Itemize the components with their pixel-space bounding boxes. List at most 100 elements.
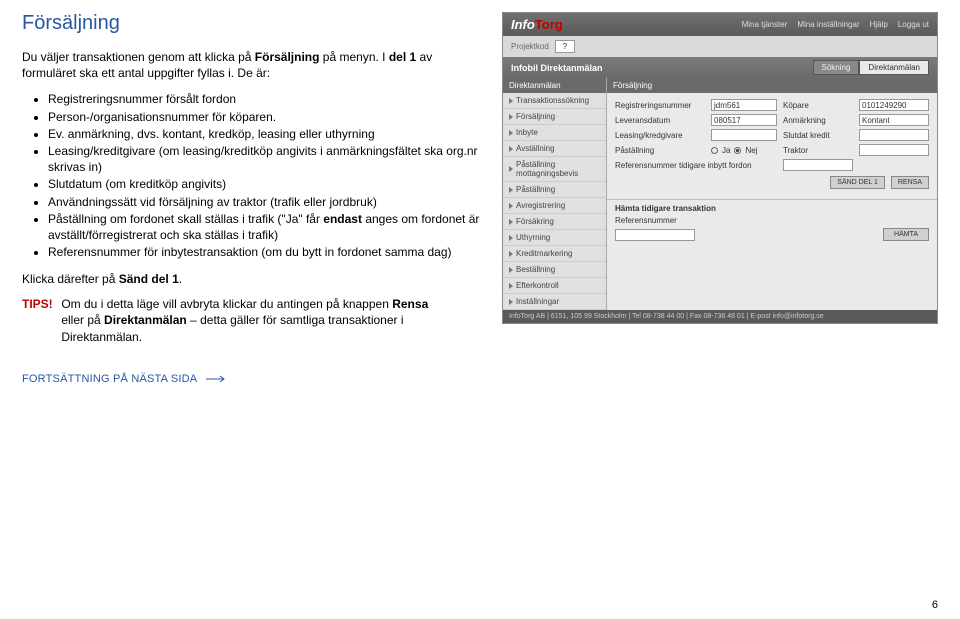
leveransdatum-input[interactable]: 080517 [711,114,777,126]
page-number: 6 [932,599,938,611]
nav-hjalp[interactable]: Hjälp [870,20,888,29]
subheader-tabs: Sökning Direktanmälan [813,60,930,75]
traktor-label: Traktor [783,146,853,155]
form-area: Registreringsnummer jdm561 Köpare 010124… [607,93,937,199]
chevron-right-icon [509,187,513,193]
bullet-list: Registreringsnummer försålt fordon Perso… [22,91,482,260]
nav-mina-installningar[interactable]: Mina inställningar [797,20,859,29]
sidebar-item-pastallning-mottagningsbevis[interactable]: Påställning mottagningsbevis [503,157,606,182]
chevron-right-icon [509,114,513,120]
refnr-inbytt-input[interactable] [783,159,853,171]
brand-logo: InfoTorg [511,17,563,32]
send-del1-button[interactable]: SÄND DEL 1 [830,176,885,189]
intro-bold-1: Försäljning [255,50,320,64]
rensa-button[interactable]: RENSA [891,176,929,189]
tab-direktanmalan[interactable]: Direktanmälan [859,60,929,75]
tips-label: TIPS! [22,296,58,312]
list-item: Påställning om fordonet skall ställas i … [48,211,482,243]
list-item: Användningssätt vid försäljning av trakt… [48,194,482,210]
sidebar-item-forsaljning[interactable]: Försäljning [503,109,606,125]
radio-ja-label: Ja [722,146,730,155]
page-title: Försäljning [22,12,482,35]
intro-paragraph: Du väljer transaktionen genom att klicka… [22,49,482,81]
intro-mid: på menyn. I [319,50,388,64]
continue-label: FORTSÄTTNING PÅ NÄSTA SIDA [22,373,197,385]
nav-mina-tjanster[interactable]: Mina tjänster [742,20,788,29]
list-item: Ev. anmärkning, dvs. kontant, kredköp, l… [48,126,482,142]
chevron-right-icon [509,166,513,172]
sidebar-item-efterkontroll[interactable]: Efterkontroll [503,278,606,294]
list-item: Referensnummer för inbytestransaktion (o… [48,244,482,260]
chevron-right-icon [509,146,513,152]
brand-torg: Torg [535,17,563,32]
chevron-right-icon [509,235,513,241]
tips-paragraph: TIPS! Om du i detta läge vill avbryta kl… [22,296,482,345]
radio-ja[interactable] [711,147,718,154]
app-header: InfoTorg Mina tjänster Mina inställninga… [503,13,937,36]
sidebar: Direktanmälan Transaktionssökning Försäl… [503,78,607,310]
kopare-label: Köpare [783,101,853,110]
list-item: Person-/organisationsnummer för köparen. [48,109,482,125]
list-item: Slutdatum (om kreditköp angivits) [48,176,482,192]
sidebar-item-bestallning[interactable]: Beställning [503,262,606,278]
subheader: Infobil Direktanmälan Sökning Direktanmä… [503,57,937,78]
intro-pre: Du väljer transaktionen genom att klicka… [22,50,255,64]
slutdat-label: Slutdat kredit [783,131,853,140]
chevron-right-icon [509,267,513,273]
chevron-right-icon [509,283,513,289]
chevron-right-icon [509,219,513,225]
regnr-input[interactable]: jdm561 [711,99,777,111]
chevron-right-icon [509,203,513,209]
sidebar-heading: Direktanmälan [503,78,606,93]
leasing-label: Leasing/kredgivare [615,131,705,140]
projektkod-value[interactable]: ? [555,40,575,53]
project-row: Projektkod ? [503,36,937,57]
pastallning-radio-group: Ja Nej [711,146,777,155]
sidebar-item-pastallning[interactable]: Påställning [503,182,606,198]
refnr-input[interactable] [615,229,695,241]
app-body: Direktanmälan Transaktionssökning Försäl… [503,78,937,310]
sidebar-item-inbyte[interactable]: Inbyte [503,125,606,141]
form-button-row: SÄND DEL 1 RENSA [615,176,929,189]
refnr-label: Referensnummer [615,216,929,225]
chevron-right-icon [509,98,513,104]
hamta-tidigare-section: Hämta tidigare transaktion Referensnumme… [607,199,937,249]
refnr-inbytt-label: Referensnummer tidigare inbytt fordon [615,161,777,170]
traktor-input[interactable] [859,144,929,156]
app-footer: InfoTorg AB | 6151, 105 99 Stockholm | T… [503,310,937,323]
sidebar-item-forsakring[interactable]: Försäkring [503,214,606,230]
app-window: InfoTorg Mina tjänster Mina inställninga… [502,12,938,324]
projektkod-label: Projektkod [511,42,549,51]
arrow-right-icon [206,375,228,383]
nav-logga-ut[interactable]: Logga ut [898,20,929,29]
continue-next-page: FORTSÄTTNING PÅ NÄSTA SIDA [22,373,482,385]
leasing-input[interactable] [711,129,777,141]
sidebar-item-kreditmarkering[interactable]: Kreditmarkering [503,246,606,262]
chevron-right-icon [509,299,513,305]
pastallning-label: Påställning [615,146,705,155]
radio-nej[interactable] [734,147,741,154]
kopare-input[interactable]: 0101249290 [859,99,929,111]
radio-nej-label: Nej [745,146,757,155]
anmarkning-input[interactable]: Kontant [859,114,929,126]
chevron-right-icon [509,130,513,136]
anmarkning-label: Anmärkning [783,116,853,125]
sidebar-item-installningar[interactable]: Inställningar [503,294,606,310]
list-item: Registreringsnummer försålt fordon [48,91,482,107]
tab-sokning[interactable]: Sökning [813,60,860,75]
sidebar-item-avstallning[interactable]: Avställning [503,141,606,157]
subheader-title: Infobil Direktanmälan [511,63,603,73]
list-item: Leasing/kreditgivare (om leasing/kreditk… [48,143,482,175]
slutdat-input[interactable] [859,129,929,141]
intro-bold-2: del 1 [389,50,416,64]
brand-info: Info [511,17,535,32]
leveransdatum-label: Leveransdatum [615,116,705,125]
regnr-label: Registreringsnummer [615,101,705,110]
sidebar-item-transaktionssokning[interactable]: Transaktionssökning [503,93,606,109]
after-paragraph: Klicka därefter på Sänd del 1. [22,272,482,286]
sidebar-item-avregistrering[interactable]: Avregistrering [503,198,606,214]
hamta-button[interactable]: HÄMTA [883,228,929,241]
hamta-tidigare-title: Hämta tidigare transaktion [615,204,929,213]
chevron-right-icon [509,251,513,257]
sidebar-item-uthyrning[interactable]: Uthyrning [503,230,606,246]
